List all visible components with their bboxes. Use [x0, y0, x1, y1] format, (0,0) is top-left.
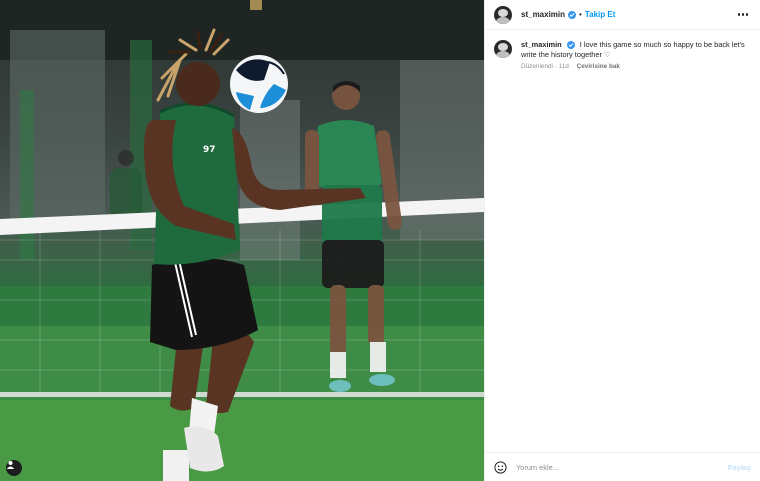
- share-comment-button[interactable]: Paylaş: [728, 463, 751, 472]
- separator-dot: •: [579, 10, 582, 19]
- caption-verified-badge-icon: [566, 41, 575, 49]
- jersey-number: 97: [203, 145, 216, 155]
- post-photo[interactable]: 97: [0, 0, 484, 481]
- avatar[interactable]: [494, 5, 512, 24]
- tagged-users-icon[interactable]: [6, 460, 22, 476]
- football: [230, 55, 288, 113]
- see-translation-link[interactable]: Çevirisine bak: [577, 63, 620, 70]
- post-header: st_maximin • Takip Et: [485, 0, 760, 30]
- caption-username[interactable]: st_maximin: [521, 40, 562, 49]
- follow-button[interactable]: Takip Et: [585, 10, 616, 19]
- verified-badge-icon: [568, 10, 577, 19]
- caption-avatar[interactable]: [494, 40, 512, 58]
- photo-scene: 97: [0, 0, 484, 481]
- caption-meta: Düzenlendi · 11d Çevirisine bak: [521, 63, 747, 70]
- more-options-icon[interactable]: [736, 11, 750, 17]
- emoji-icon[interactable]: [494, 460, 507, 474]
- post-panel: st_maximin • Takip Et st_maximin I love …: [484, 0, 760, 481]
- caption: st_maximin I love this game so much so h…: [485, 30, 760, 70]
- comment-input[interactable]: [516, 462, 728, 472]
- post-username[interactable]: st_maximin: [521, 10, 565, 19]
- comment-bar: Paylaş: [485, 452, 760, 481]
- edited-timestamp: Düzenlendi · 11d: [521, 63, 569, 70]
